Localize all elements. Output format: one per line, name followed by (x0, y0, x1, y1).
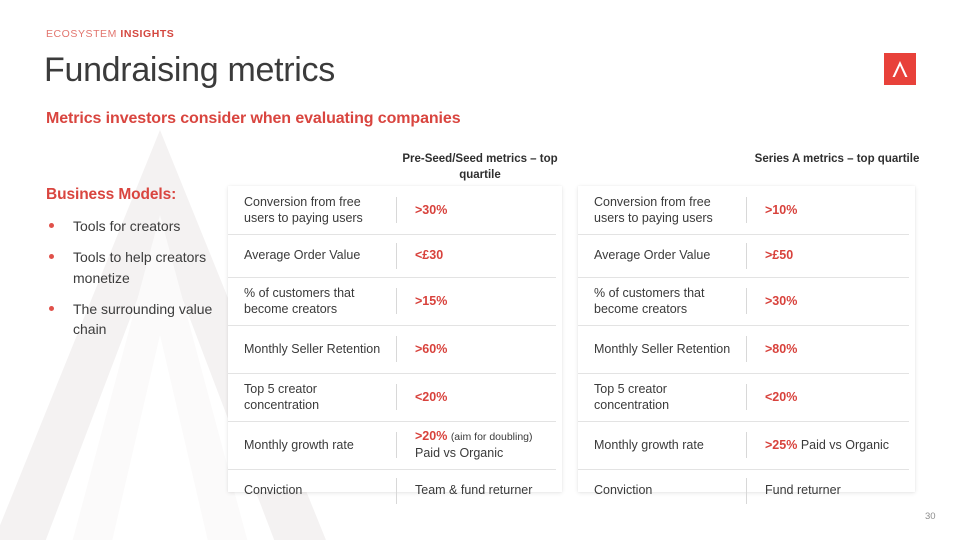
metric-value-text: >25% (765, 437, 798, 452)
metric-value-note: (aim for doubling) (450, 431, 533, 444)
metric-label: Conviction (594, 483, 653, 498)
metric-value: <20% (747, 389, 915, 406)
eyebrow-light-text: ECOSYSTEM (46, 28, 117, 40)
list-item-label: Tools for creators (73, 218, 181, 234)
metric-value-text: >60% (415, 341, 448, 356)
metric-label: % of customers that become creators (594, 285, 705, 317)
seriesa-metrics-card: Conversion from free users to paying use… (578, 186, 915, 504)
metric-label: Monthly growth rate (244, 437, 354, 452)
list-item-label: Tools to help creators monetize (73, 249, 207, 286)
bullet-dot-icon (49, 254, 54, 260)
metric-value-text: <£30 (415, 248, 444, 263)
metric-label: Top 5 creator concentration (594, 381, 670, 413)
business-models-heading: Business Models: (46, 186, 177, 203)
table-row: % of customers that become creators >15% (228, 277, 562, 325)
bullet-dot-icon (49, 305, 54, 311)
table-row: Conviction Team & fund returner (228, 469, 562, 512)
table-row: Conversion from free users to paying use… (578, 186, 915, 234)
metric-value-text: >20% (415, 429, 448, 444)
metric-value: >20% (aim for doubling) Paid vs Organic (397, 428, 562, 461)
list-item: Tools to help creators monetize (46, 247, 226, 288)
metric-value-text: >£50 (765, 248, 794, 263)
metric-value: <£30 (397, 247, 562, 264)
lambda-logo-icon (884, 53, 916, 85)
metric-value-note: Paid vs Organic (800, 437, 890, 452)
metric-label: Monthly Seller Retention (594, 341, 731, 356)
metric-value-text: >30% (765, 293, 798, 308)
metric-value: >30% (397, 202, 562, 219)
eyebrow-bold-text: INSIGHTS (120, 28, 175, 40)
list-item: Tools for creators (46, 216, 226, 236)
metric-value-text: >15% (415, 293, 448, 308)
metric-label: Monthly growth rate (594, 437, 704, 452)
metric-label: Top 5 creator concentration (244, 381, 320, 413)
metric-label: Conversion from free users to paying use… (594, 194, 713, 226)
metric-value: Team & fund returner (397, 482, 562, 499)
metric-value: >£50 (747, 247, 915, 264)
preseed-metrics-card: Conversion from free users to paying use… (228, 186, 562, 504)
page-title: Fundraising metrics (44, 51, 335, 89)
metric-value: >15% (397, 293, 562, 310)
business-models-list: Tools for creators Tools to help creator… (46, 216, 226, 339)
table-row: Conversion from free users to paying use… (228, 186, 562, 234)
metric-value-text: <20% (415, 389, 448, 404)
metric-value: >80% (747, 341, 915, 358)
metric-value: Fund returner (747, 482, 915, 499)
metric-label: Average Order Value (594, 248, 711, 263)
table-row: Average Order Value >£50 (578, 234, 915, 277)
metric-value: >60% (397, 341, 562, 358)
metric-label: Conviction (244, 483, 303, 498)
metric-value-line1: >20% (aim for doubling) (415, 428, 562, 445)
metric-value: <20% (397, 389, 562, 406)
table-row: Top 5 creator concentration <20% (578, 373, 915, 421)
metric-label: Monthly Seller Retention (244, 341, 381, 356)
column-header-preseed: Pre-Seed/Seed metrics – top quartile (402, 153, 558, 181)
metric-label: Average Order Value (244, 248, 361, 263)
eyebrow-label: ECOSYSTEM INSIGHTS (46, 28, 174, 40)
metric-value-text: >30% (415, 202, 448, 217)
metric-value-text: >10% (765, 202, 798, 217)
bullet-dot-icon (49, 223, 54, 228)
list-item: The surrounding value chain (46, 299, 226, 340)
metric-value: >10% (747, 202, 915, 219)
metric-label: % of customers that become creators (244, 285, 355, 317)
table-row: Conviction Fund returner (578, 469, 915, 512)
metric-value-text: >80% (765, 341, 798, 356)
table-row: Top 5 creator concentration <20% (228, 373, 562, 421)
list-item-label: The surrounding value chain (73, 300, 213, 338)
metric-label: Conversion from free users to paying use… (244, 194, 363, 226)
metric-value-text: Team & fund returner (415, 483, 533, 498)
table-row: Average Order Value <£30 (228, 234, 562, 277)
metric-value: >30% (747, 293, 915, 310)
table-row: % of customers that become creators >30% (578, 277, 915, 325)
business-models-panel: Business Models: Tools for creators Tool… (46, 186, 226, 350)
metric-value-line2: Paid vs Organic (415, 446, 504, 461)
slide-canvas: ECOSYSTEM INSIGHTS Fundraising metrics M… (0, 0, 960, 540)
metric-value: >25% Paid vs Organic (747, 437, 915, 454)
table-row: Monthly Seller Retention >60% (228, 325, 562, 373)
column-header-seriesa: Series A metrics – top quartile (754, 153, 920, 165)
table-row: Monthly growth rate >20% (aim for doubli… (228, 421, 562, 469)
metric-value-text: Fund returner (765, 483, 841, 498)
table-row: Monthly growth rate >25% Paid vs Organic (578, 421, 915, 469)
page-number: 30 (925, 511, 936, 522)
metric-value-text: <20% (765, 389, 798, 404)
table-row: Monthly Seller Retention >80% (578, 325, 915, 373)
page-subtitle: Metrics investors consider when evaluati… (46, 110, 461, 127)
